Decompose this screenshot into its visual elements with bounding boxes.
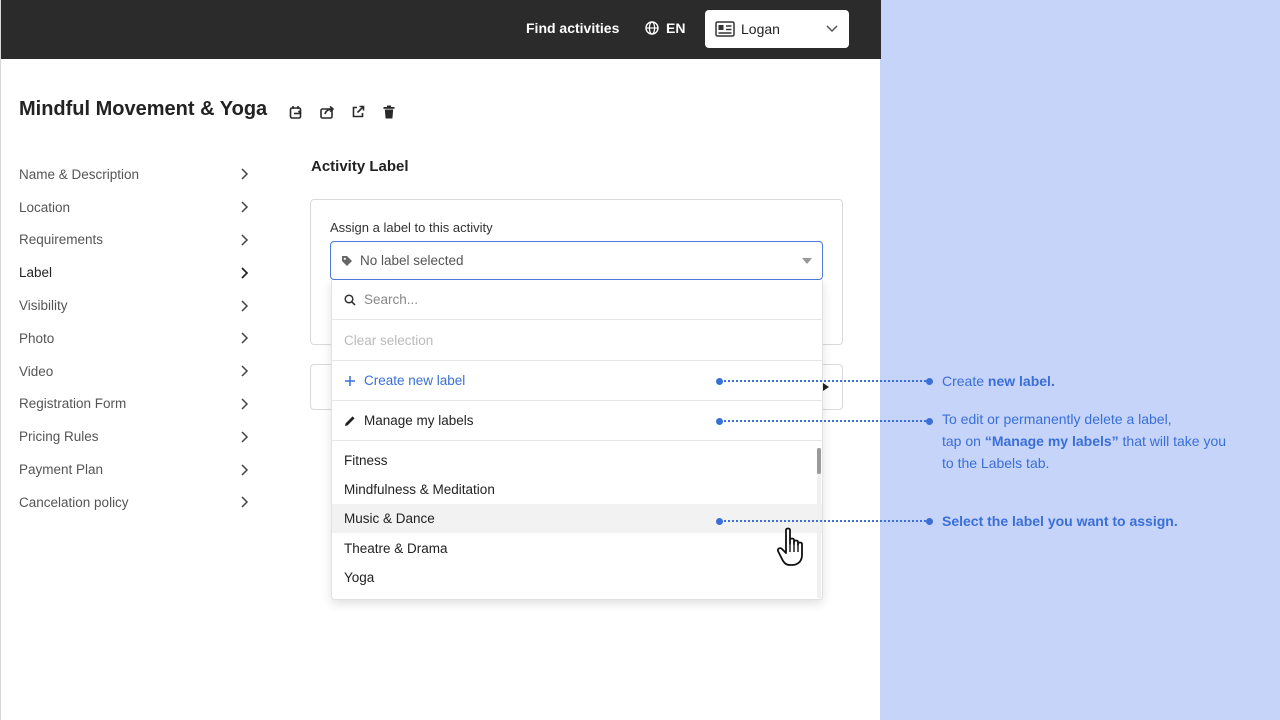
caret-down-icon: [802, 257, 812, 264]
chevron-right-icon: [241, 267, 249, 279]
label-option-music-dance[interactable]: Music & Dance: [332, 504, 822, 533]
chevron-right-icon: [241, 300, 249, 312]
sidebar-item-photo[interactable]: Photo: [19, 322, 259, 355]
caret-right-icon: [823, 383, 829, 391]
chevron-right-icon: [241, 332, 249, 344]
annotation-select-label: Select the label you want to assign.: [942, 513, 1178, 529]
sidebar-item-label: Payment Plan: [19, 462, 104, 478]
label-dropdown: Search... Clear selection Create new lab…: [331, 280, 823, 600]
annotation-text: Create: [942, 373, 988, 389]
sidebar-item-label: Location: [19, 199, 71, 215]
language-switcher[interactable]: EN: [645, 20, 685, 36]
sidebar-item-label: Visibility: [19, 298, 68, 314]
sidebar: Name & Description Location Requirements…: [19, 158, 259, 519]
annotation-text: To edit or permanently delete a label,: [942, 411, 1172, 427]
external-link-icon[interactable]: [349, 103, 367, 121]
annotation-bold: “Manage my labels”: [984, 433, 1119, 449]
sidebar-item-payment-plan[interactable]: Payment Plan: [19, 453, 259, 486]
chevron-right-icon: [241, 431, 249, 443]
chevron-right-icon: [241, 398, 249, 410]
pencil-icon: [345, 415, 355, 426]
app-window: Find activities EN Logan Mindful Movemen…: [0, 0, 881, 720]
globe-icon: [645, 21, 659, 35]
trash-icon[interactable]: [380, 103, 398, 121]
language-label: EN: [666, 20, 686, 36]
annotation-line-2: tap on “Manage my labels” that will take…: [942, 430, 1262, 452]
share-icon[interactable]: [318, 103, 336, 121]
sidebar-item-label: Photo: [19, 330, 55, 346]
plus-icon: [345, 375, 355, 386]
sidebar-item-label: Cancelation policy: [19, 494, 129, 510]
duplicate-icon[interactable]: [287, 103, 305, 121]
sidebar-item-label: Pricing Rules: [19, 429, 99, 445]
scrollbar-thumb[interactable]: [817, 448, 821, 474]
annotation-text: tap on: [942, 433, 985, 449]
annotation-line: [720, 380, 930, 382]
assign-label-caption: Assign a label to this activity: [330, 220, 493, 235]
top-bar: Find activities EN Logan: [1, 0, 881, 59]
search-placeholder: Search...: [364, 292, 419, 307]
annotation-text: that will take you: [1118, 433, 1227, 449]
annotation-dot: [926, 418, 933, 425]
sidebar-item-name-description[interactable]: Name & Description: [19, 158, 259, 191]
chevron-down-icon: [826, 25, 838, 33]
sidebar-item-visibility[interactable]: Visibility: [19, 289, 259, 322]
sidebar-item-label-active[interactable]: Label: [19, 256, 259, 289]
sidebar-item-location[interactable]: Location: [19, 191, 259, 224]
chevron-right-icon: [241, 168, 249, 180]
annotation-dot: [926, 378, 933, 385]
sidebar-item-pricing-rules[interactable]: Pricing Rules: [19, 420, 259, 453]
section-title: Activity Label: [311, 158, 409, 175]
hand-pointer-icon: [777, 527, 803, 566]
label-option-yoga[interactable]: Yoga: [332, 563, 822, 592]
sidebar-item-cancelation-policy[interactable]: Cancelation policy: [19, 486, 259, 519]
search-icon: [344, 293, 356, 306]
user-name: Logan: [741, 21, 780, 37]
sidebar-item-label: Label: [19, 265, 53, 281]
annotation-text: to the Labels tab.: [942, 455, 1050, 471]
annotation-line: [720, 520, 930, 522]
title-actions: [287, 103, 398, 121]
annotation-line: [720, 420, 930, 422]
find-activities-link[interactable]: Find activities: [526, 20, 619, 36]
chevron-right-icon: [241, 496, 249, 508]
chevron-right-icon: [241, 365, 249, 377]
page-title: Mindful Movement & Yoga: [19, 98, 268, 120]
sidebar-item-label: Name & Description: [19, 166, 140, 182]
create-label-text: Create new label: [364, 373, 466, 388]
sidebar-item-label: Requirements: [19, 232, 104, 248]
select-value: No label selected: [360, 253, 464, 268]
manage-labels-text: Manage my labels: [364, 413, 474, 428]
annotation-dot: [926, 518, 933, 525]
sidebar-item-requirements[interactable]: Requirements: [19, 224, 259, 257]
sidebar-item-label: Registration Form: [19, 396, 127, 412]
annotation-manage-labels: To edit or permanently delete a label, t…: [942, 408, 1262, 474]
user-select[interactable]: Logan: [705, 10, 849, 48]
sidebar-item-video[interactable]: Video: [19, 355, 259, 388]
profile-card-icon: [715, 21, 735, 37]
chevron-right-icon: [241, 464, 249, 476]
annotation-bold: new label.: [987, 373, 1055, 389]
dropdown-scrollbar[interactable]: [817, 448, 821, 598]
tag-icon: [342, 255, 352, 266]
chevron-right-icon: [241, 201, 249, 213]
label-select[interactable]: No label selected: [330, 241, 823, 280]
chevron-right-icon: [241, 234, 249, 246]
dropdown-search[interactable]: Search...: [332, 280, 822, 320]
label-option-theatre-drama[interactable]: Theatre & Drama: [332, 534, 822, 563]
label-option-mindfulness[interactable]: Mindfulness & Meditation: [332, 475, 822, 504]
clear-selection-option[interactable]: Clear selection: [332, 320, 822, 361]
sidebar-item-label: Video: [19, 363, 54, 379]
annotation-create-label: Create new label.: [942, 370, 1055, 392]
label-option-fitness[interactable]: Fitness: [332, 446, 822, 475]
sidebar-item-registration-form[interactable]: Registration Form: [19, 388, 259, 421]
